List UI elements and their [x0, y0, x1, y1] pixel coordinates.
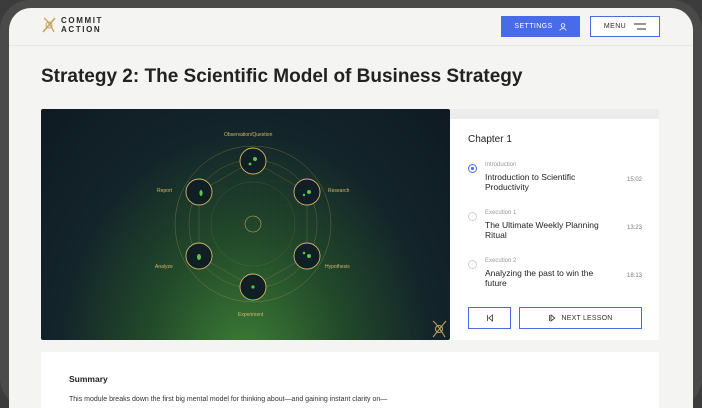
page-title: Strategy 2: The Scientific Model of Busi…: [41, 66, 523, 87]
summary-title: Summary: [69, 374, 108, 384]
lesson-name: Analyzing the past to win the future: [485, 268, 594, 288]
lesson-name: Introduction to Scientific Productivity: [485, 172, 576, 192]
screen: COMMIT ACTION SETTINGS MENU Strategy 2:: [9, 8, 693, 408]
corner-logo-icon: [432, 320, 447, 338]
lesson-panel: Chapter 1 Introduction Introduction to S…: [450, 109, 659, 340]
node-label-experiment: Experiment: [238, 312, 264, 318]
lesson-duration: 15:02: [626, 177, 642, 183]
lesson-item[interactable]: Introduction Introduction to Scientific …: [468, 162, 648, 196]
lesson-kind: Execution 2: [485, 258, 517, 264]
lesson-name: The Ultimate Weekly Planning Ritual: [485, 220, 599, 240]
node-label-report: Report: [157, 188, 173, 194]
logo-line-2: ACTION: [61, 25, 102, 34]
summary-text: This module breaks down the first big me…: [69, 396, 388, 403]
settings-label: SETTINGS: [514, 23, 553, 30]
next-lesson-label: NEXT LESSON: [561, 314, 613, 322]
video-player[interactable]: Observation/Question Research Hypothesis…: [41, 109, 450, 340]
next-lesson-button[interactable]: NEXT LESSON: [519, 307, 642, 329]
header: COMMIT ACTION SETTINGS MENU: [9, 8, 693, 46]
node-label-research: Research: [328, 188, 350, 194]
hamburger-icon: [634, 23, 647, 30]
lesson-kind: Introduction: [485, 162, 517, 168]
lesson-radio-active[interactable]: [468, 164, 477, 173]
device-frame: COMMIT ACTION SETTINGS MENU Strategy 2:: [0, 0, 702, 408]
node-label-observation: Observation/Question: [224, 132, 273, 138]
logo[interactable]: COMMIT ACTION: [41, 16, 103, 34]
logo-icon: [42, 17, 56, 33]
skip-forward-icon: [549, 314, 556, 322]
lesson-duration: 18:13: [626, 273, 642, 279]
panel-top-bar: [450, 109, 659, 119]
lesson-item[interactable]: Execution 2 Analyzing the past to win th…: [468, 258, 648, 292]
lesson-radio[interactable]: [468, 260, 477, 269]
summary-card: Summary This module breaks down the firs…: [41, 352, 659, 408]
menu-label: MENU: [603, 23, 627, 30]
lesson-kind: Execution 1: [485, 210, 517, 216]
settings-button[interactable]: SETTINGS: [501, 16, 580, 37]
scientific-model-diagram: [174, 145, 447, 338]
logo-text: COMMIT ACTION: [61, 16, 103, 34]
lesson-item[interactable]: Execution 1 The Ultimate Weekly Planning…: [468, 210, 648, 244]
logo-line-1: COMMIT: [61, 16, 104, 25]
previous-lesson-button[interactable]: [468, 307, 511, 329]
chapter-title: Chapter 1: [468, 134, 512, 145]
node-label-analyze: Analyze: [155, 264, 173, 270]
lesson-radio[interactable]: [468, 212, 477, 221]
node-report: [185, 178, 213, 206]
skip-back-icon: [486, 314, 493, 322]
node-label-hypothesis: Hypothesis: [325, 264, 350, 270]
lesson-duration: 13:23: [626, 225, 642, 231]
node-observation: [239, 147, 267, 175]
menu-button[interactable]: MENU: [590, 16, 660, 37]
user-icon: [559, 22, 567, 31]
